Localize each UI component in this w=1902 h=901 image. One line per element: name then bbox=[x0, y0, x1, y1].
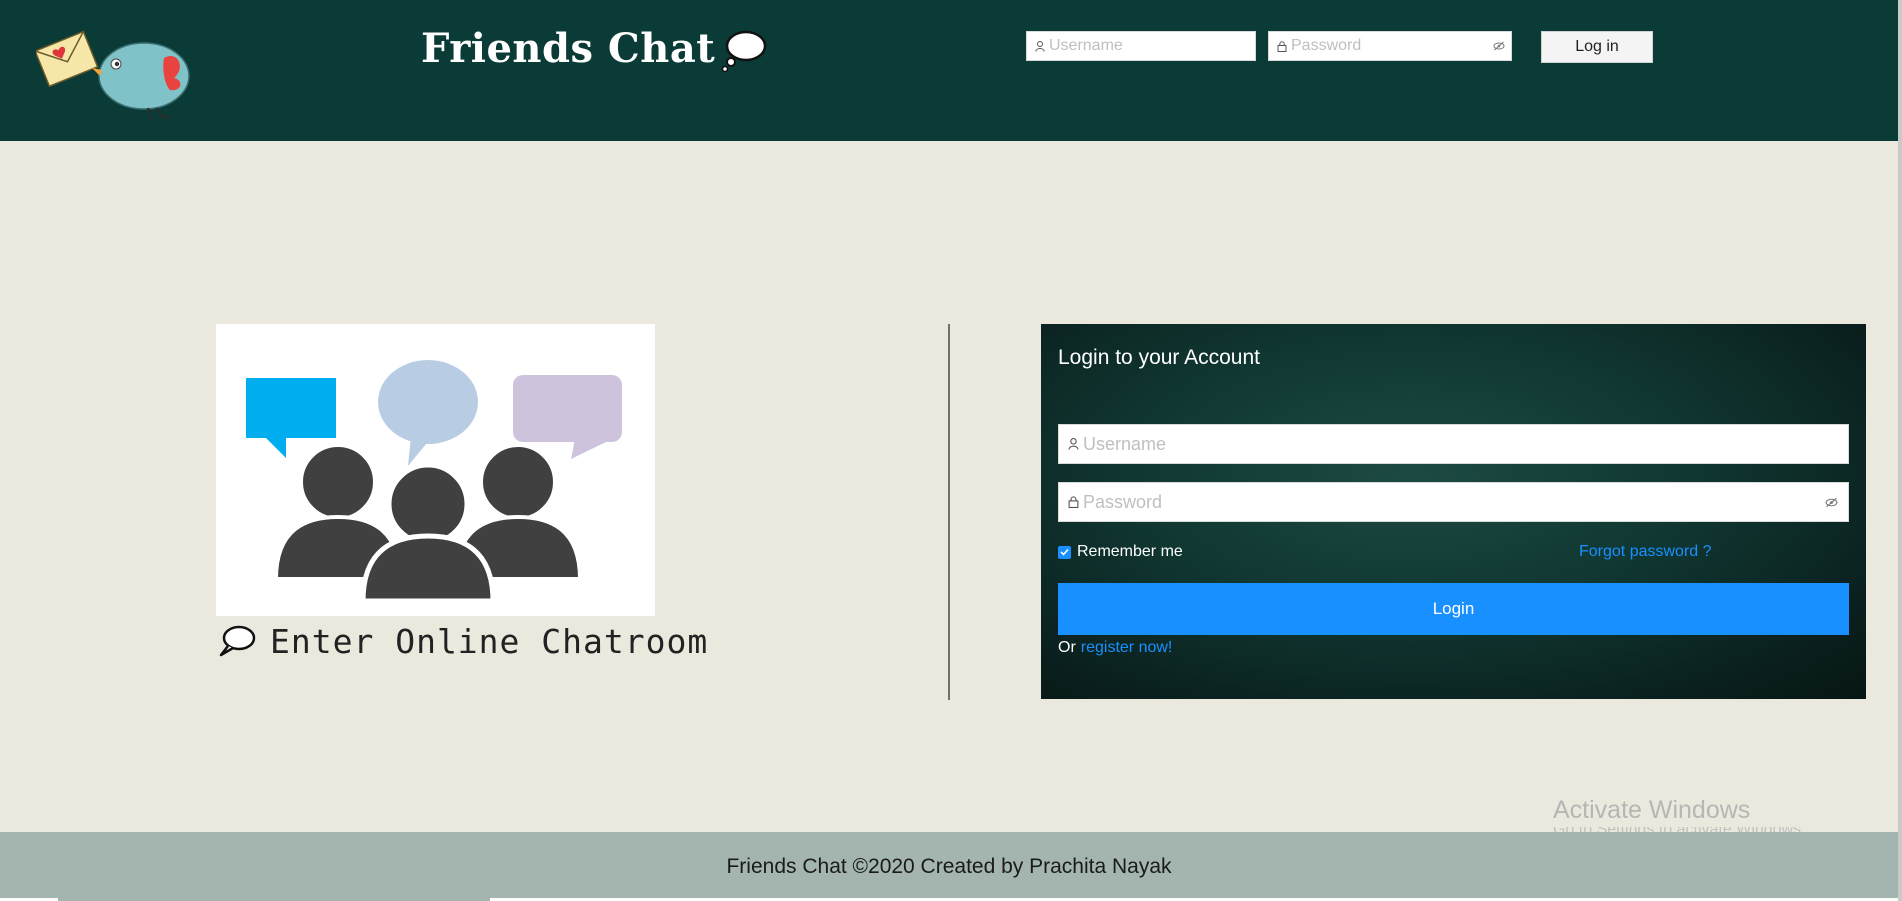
app-header: Friends Chat Username Password Log in bbox=[0, 0, 1898, 141]
register-prefix: Or bbox=[1058, 639, 1076, 656]
chat-bubble-icon bbox=[219, 625, 256, 657]
register-link[interactable]: register now! bbox=[1081, 639, 1173, 657]
group-chat-image bbox=[246, 360, 622, 604]
app-footer: Friends Chat ©2020 Created by Prachita N… bbox=[0, 832, 1898, 901]
footer-text: Friends Chat ©2020 Created by Prachita N… bbox=[726, 854, 1172, 878]
header-username-placeholder: Username bbox=[1049, 37, 1123, 54]
remember-me-checkbox[interactable]: Remember me bbox=[1058, 543, 1183, 561]
username-input[interactable]: Username bbox=[1058, 424, 1849, 464]
header-password-input[interactable]: Password bbox=[1268, 31, 1512, 61]
chatroom-illustration[interactable] bbox=[216, 324, 655, 616]
brand: Friends Chat bbox=[421, 18, 767, 78]
header-username-input[interactable]: Username bbox=[1026, 31, 1256, 61]
login-card: Login to your Account Username Password … bbox=[1041, 324, 1866, 699]
enter-chatroom-link[interactable]: Enter Online Chatroom bbox=[218, 620, 708, 662]
header-password-placeholder: Password bbox=[1291, 37, 1362, 54]
eye-invisible-icon[interactable] bbox=[1493, 41, 1505, 51]
forgot-password-link[interactable]: Forgot password ? bbox=[1579, 543, 1712, 561]
password-placeholder: Password bbox=[1083, 491, 1163, 512]
scrollbar[interactable] bbox=[1898, 0, 1902, 901]
lock-icon bbox=[1068, 496, 1079, 508]
register-line: Or register now! bbox=[1058, 639, 1172, 657]
username-placeholder: Username bbox=[1083, 433, 1167, 454]
lock-icon bbox=[1277, 40, 1287, 52]
user-icon bbox=[1068, 438, 1079, 450]
activate-windows-watermark: Activate Windows bbox=[1553, 796, 1751, 824]
header-login-button[interactable]: Log in bbox=[1541, 31, 1653, 63]
bird-mail-logo bbox=[36, 30, 190, 121]
checkbox-checked-icon[interactable] bbox=[1058, 545, 1071, 559]
remember-me-label: Remember me bbox=[1077, 543, 1183, 560]
password-input[interactable]: Password bbox=[1058, 482, 1849, 522]
enter-chatroom-label: Enter Online Chatroom bbox=[270, 621, 709, 661]
app-title: Friends Chat bbox=[421, 24, 716, 72]
eye-invisible-icon[interactable] bbox=[1825, 497, 1838, 508]
user-icon bbox=[1035, 40, 1045, 52]
login-button[interactable]: Login bbox=[1058, 583, 1849, 635]
thought-bubble-icon bbox=[721, 30, 767, 72]
vertical-divider bbox=[948, 324, 950, 700]
login-card-title: Login to your Account bbox=[1058, 346, 1260, 369]
